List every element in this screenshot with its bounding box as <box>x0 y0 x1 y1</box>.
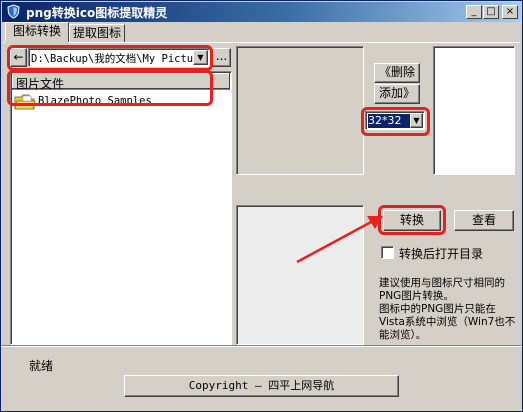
hint-text: 建议使用与图标尺寸相同的PNG图片转换。 图标中的PNG图片只能在Vista系统… <box>379 277 516 341</box>
close-button[interactable]: × <box>502 5 518 19</box>
annotation-highlight-size <box>361 107 430 136</box>
annotation-highlight-list <box>7 70 213 106</box>
separator <box>1 345 522 347</box>
tab-strip-line <box>3 42 520 43</box>
open-dir-checkbox-row[interactable]: 转换后打开目录 <box>381 245 516 261</box>
window-title: png转换ico图标提取精灵 <box>26 6 168 20</box>
minimize-button[interactable]: _ <box>466 5 482 19</box>
view-button[interactable]: 查看 <box>454 210 514 231</box>
tab-label: 提取图标 <box>72 26 121 40</box>
maximize-button[interactable]: □ <box>483 5 499 19</box>
tab-icon-convert[interactable]: 图标转换 <box>5 22 69 43</box>
open-dir-label: 转换后打开目录 <box>399 247 484 261</box>
file-list[interactable]: 图片文件 BlazePhoto Samples <box>10 71 232 345</box>
annotation-highlight-path <box>7 45 213 71</box>
title-bar[interactable]: png转换ico图标提取精灵 _ □ × <box>2 2 521 22</box>
active-tab-joint <box>5 41 68 44</box>
app-window: png转换ico图标提取精灵 _ □ × 图标转换 提取图标 ← D:\Back… <box>0 0 523 412</box>
tab-label: 图标转换 <box>12 24 61 38</box>
copyright-button[interactable]: Copyright — 四平上网导航 <box>124 375 399 397</box>
icon-list[interactable] <box>433 46 515 175</box>
browse-button[interactable]: ... <box>212 48 231 67</box>
annotation-arrow-icon <box>296 216 383 264</box>
image-preview-box <box>236 46 364 175</box>
delete-button[interactable]: 《删除 <box>374 63 420 83</box>
add-button[interactable]: 添加》 <box>374 84 420 104</box>
status-text: 就绪 <box>29 359 54 373</box>
tab-extract-icon[interactable]: 提取图标 <box>69 24 125 43</box>
app-shield-icon <box>6 4 21 19</box>
